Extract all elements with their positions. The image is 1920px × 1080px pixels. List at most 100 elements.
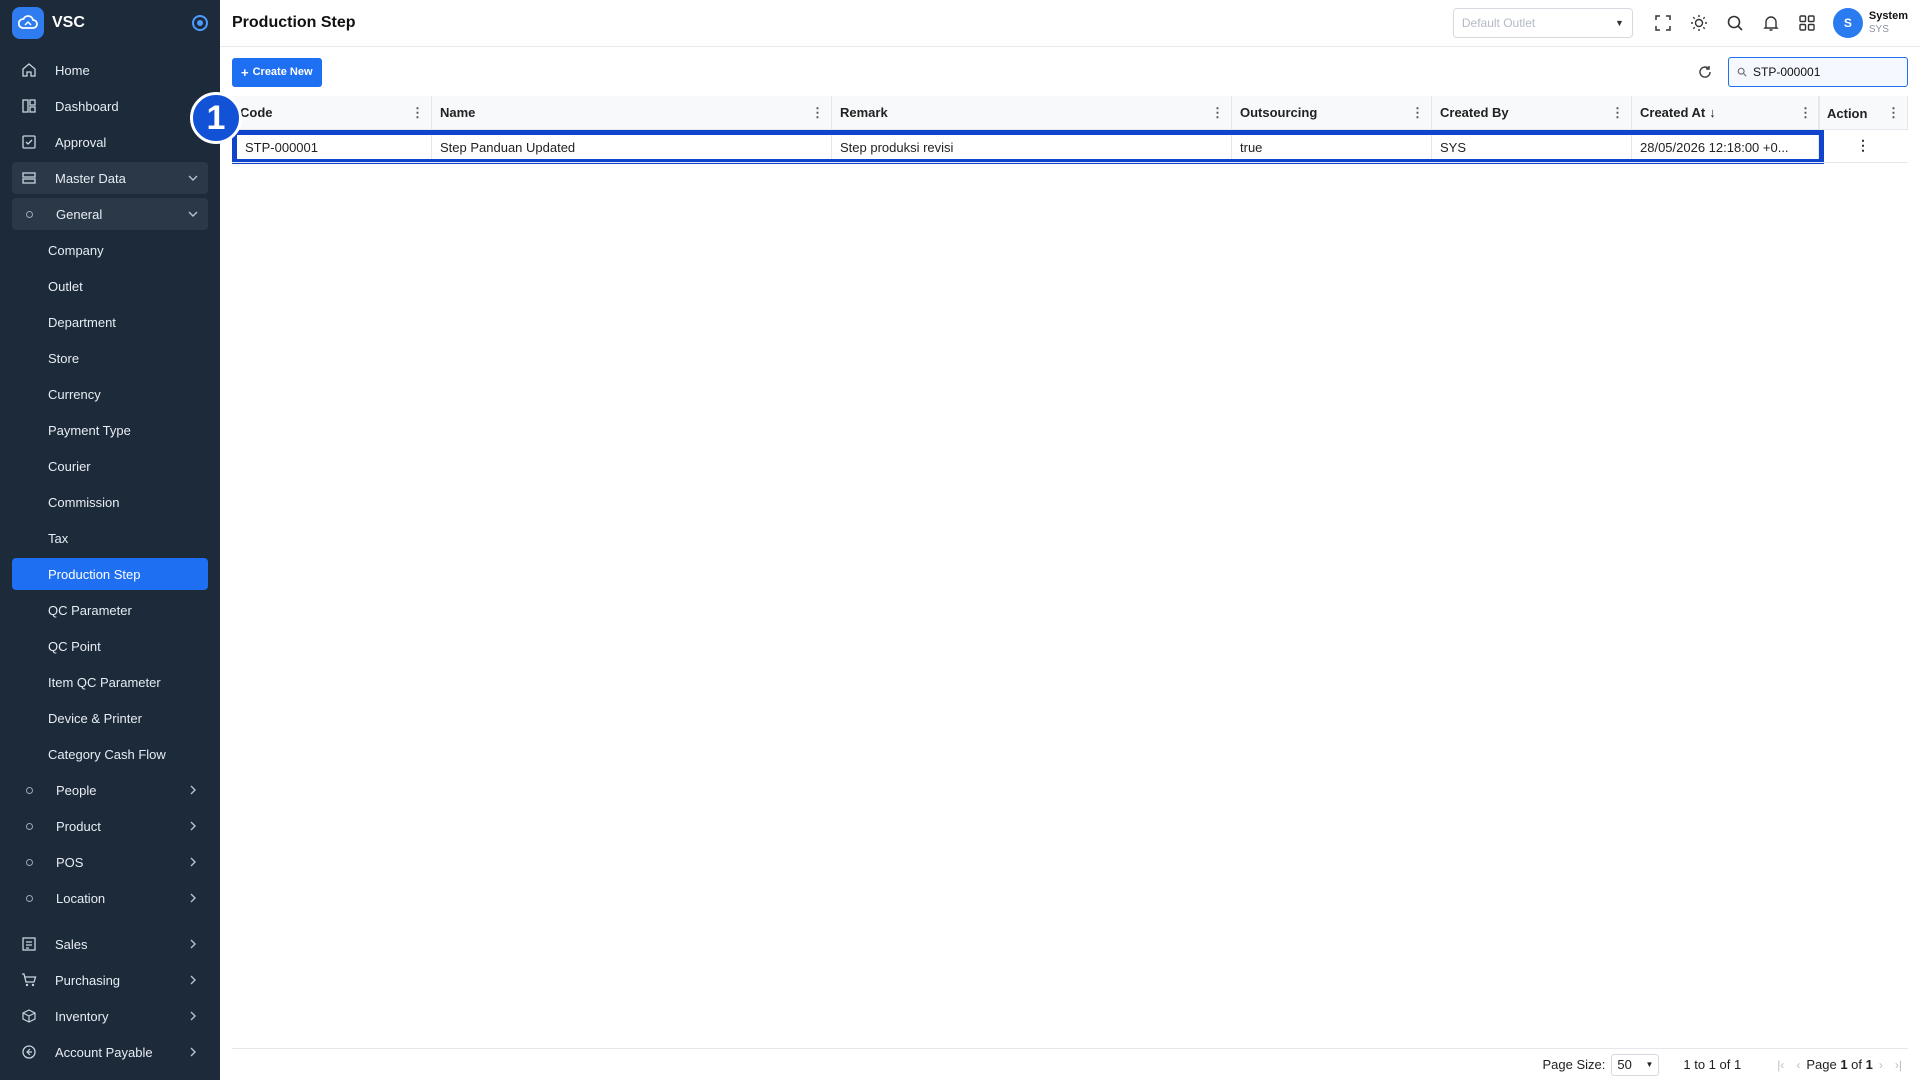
sidebar-item-department[interactable]: Department	[12, 306, 208, 338]
prev-page-icon[interactable]: ‹	[1796, 1058, 1800, 1072]
sidebar-item-label: Store	[48, 350, 80, 366]
column-header-remark[interactable]: Remark ⋮	[832, 96, 1232, 129]
sidebar-item-label: Location	[56, 890, 106, 906]
server-icon	[20, 169, 38, 187]
create-new-button[interactable]: + Create New	[232, 57, 322, 87]
sidebar-item-label: Category Cash Flow	[48, 746, 166, 762]
sidebar-item-item-qc-parameter[interactable]: Item QC Parameter	[12, 666, 208, 698]
caret-down-icon: ▼	[1614, 18, 1624, 28]
search-input[interactable]	[1753, 65, 1893, 79]
page-size-select[interactable]: 50 ▼	[1611, 1053, 1660, 1076]
sidebar-item-label: Master Data	[55, 170, 126, 186]
fullscreen-icon[interactable]	[1645, 5, 1681, 41]
sidebar-item-courier[interactable]: Courier	[12, 450, 208, 482]
sidebar-item-label: Purchasing	[55, 972, 121, 988]
sidebar-toggle-icon[interactable]	[192, 15, 208, 31]
plus-icon: +	[241, 64, 249, 80]
sidebar-item-qc-point[interactable]: QC Point	[12, 630, 208, 662]
user-code: SYS	[1868, 24, 1889, 35]
cell-code: STP-000001	[237, 135, 432, 159]
sales-icon	[20, 935, 38, 953]
last-page-icon[interactable]: ›|	[1895, 1058, 1902, 1072]
sidebar-item-qc-parameter[interactable]: QC Parameter	[12, 594, 208, 626]
sidebar-item-label: Department	[48, 314, 116, 330]
sidebar-item-pos[interactable]: POS	[12, 846, 208, 878]
sidebar-item-commission[interactable]: Commission	[12, 486, 208, 518]
cloud-logo-icon	[12, 7, 44, 39]
sidebar-item-label: QC Parameter	[48, 602, 132, 618]
sidebar-item-account-payable[interactable]: Account Payable	[12, 1036, 208, 1068]
column-menu-icon[interactable]: ⋮	[1211, 105, 1224, 121]
next-page-icon[interactable]: ›	[1879, 1058, 1883, 1072]
sidebar-item-label: Sales	[55, 936, 88, 952]
table-search-field[interactable]	[1728, 57, 1908, 87]
avatar: S	[1832, 8, 1863, 38]
grid-header: Code ⋮ Name ⋮ Remark ⋮ Outsourcing ⋮ Created…	[232, 96, 1908, 130]
sidebar-item-dashboard[interactable]: Dashboard	[12, 90, 208, 122]
column-header-outsourcing[interactable]: Outsourcing ⋮	[1232, 96, 1432, 129]
column-menu-icon[interactable]: ⋮	[811, 105, 824, 121]
cell-created-by: SYS	[1432, 135, 1632, 159]
chevron-right-icon	[190, 1011, 196, 1021]
sidebar-item-label: POS	[56, 854, 84, 870]
create-new-label: Create New	[252, 66, 313, 78]
sidebar-item-purchasing[interactable]: Purchasing	[12, 964, 208, 996]
column-header-action[interactable]: Action ⋮	[1818, 96, 1908, 130]
sidebar-item-sales[interactable]: Sales	[12, 928, 208, 960]
sidebar-item-currency[interactable]: Currency	[12, 378, 208, 410]
theme-sun-icon[interactable]	[1681, 5, 1717, 41]
column-menu-icon[interactable]: ⋮	[1799, 105, 1812, 121]
chevron-right-icon	[190, 893, 196, 903]
sidebar-item-general[interactable]: General	[12, 198, 208, 230]
row-action-menu-icon[interactable]: ⋮	[1818, 130, 1908, 160]
sidebar: VSC Home Dashboard Approval Master Data …	[0, 0, 220, 1080]
sidebar-item-category-cash-flow[interactable]: Category Cash Flow	[12, 738, 208, 770]
column-header-code[interactable]: Code ⋮	[232, 96, 432, 129]
first-page-icon[interactable]: |‹	[1777, 1058, 1784, 1072]
sidebar-item-store[interactable]: Store	[12, 342, 208, 374]
chevron-right-icon	[190, 975, 196, 985]
sidebar-item-label: Inventory	[55, 1008, 109, 1024]
cell-remark: Step produksi revisi	[832, 135, 1232, 159]
cell-name: Step Panduan Updated	[432, 135, 832, 159]
sidebar-item-inventory[interactable]: Inventory	[12, 1000, 208, 1032]
sidebar-item-approval[interactable]: Approval	[12, 126, 208, 158]
column-menu-icon[interactable]: ⋮	[1611, 105, 1624, 121]
sidebar-item-production-step[interactable]: Production Step	[12, 558, 208, 590]
apps-grid-icon[interactable]	[1789, 5, 1825, 41]
sidebar-item-label: Outlet	[48, 278, 83, 294]
column-menu-icon[interactable]: ⋮	[411, 105, 424, 121]
sidebar-item-label: People	[56, 782, 97, 798]
search-icon[interactable]	[1717, 5, 1753, 41]
refresh-icon[interactable]	[1690, 57, 1720, 87]
column-menu-icon[interactable]: ⋮	[1887, 105, 1900, 121]
sidebar-item-company[interactable]: Company	[12, 234, 208, 266]
sidebar-item-tax[interactable]: Tax	[12, 522, 208, 554]
sidebar-item-master-data[interactable]: Master Data	[12, 162, 208, 194]
outlet-select[interactable]: Default Outlet ▼	[1452, 8, 1633, 38]
sidebar-item-people[interactable]: People	[12, 774, 208, 806]
sidebar-item-product[interactable]: Product	[12, 810, 208, 842]
sidebar-item-device-printer[interactable]: Device & Printer	[12, 702, 208, 734]
column-header-created-at[interactable]: Created At ↓ ⋮	[1632, 96, 1820, 129]
column-header-name[interactable]: Name ⋮	[432, 96, 832, 129]
sidebar-item-location[interactable]: Location	[12, 882, 208, 914]
column-menu-icon[interactable]: ⋮	[1411, 105, 1424, 121]
bell-icon[interactable]	[1753, 5, 1789, 41]
page-indicator: Page 1 of 1	[1806, 1057, 1873, 1072]
sidebar-item-label: Device & Printer	[48, 710, 142, 726]
sidebar-item-label: Production Step	[48, 566, 141, 582]
column-header-created-by[interactable]: Created By ⋮	[1432, 96, 1632, 129]
cart-icon	[20, 971, 38, 989]
pagination-bar: Page Size: 50 ▼ 1 to 1 of 1 |‹ ‹ Page 1 …	[232, 1048, 1908, 1080]
table-row[interactable]: STP-000001 Step Panduan Updated Step pro…	[237, 135, 1819, 159]
sidebar-item-payment-type[interactable]: Payment Type	[12, 414, 208, 446]
sidebar-item-label: Account Payable	[55, 1044, 153, 1060]
user-menu[interactable]: S System SYS	[1832, 8, 1908, 38]
cell-outsourcing: true	[1232, 135, 1432, 159]
app-name: VSC	[52, 14, 85, 31]
sidebar-item-outlet[interactable]: Outlet	[12, 270, 208, 302]
sidebar-item-home[interactable]: Home	[12, 54, 208, 86]
sidebar-item-label: Commission	[48, 494, 120, 510]
sidebar-nav: Home Dashboard Approval Master Data Gene…	[0, 46, 220, 1068]
